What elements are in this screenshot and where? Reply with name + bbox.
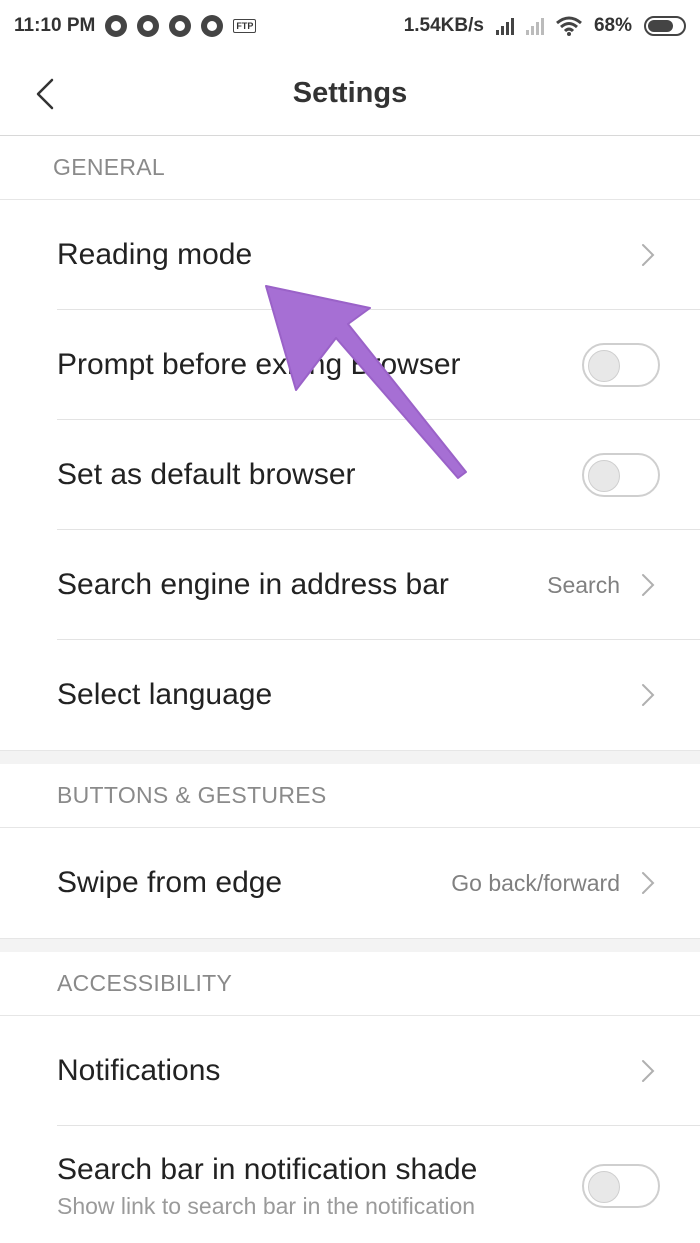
toggle-knob (588, 350, 620, 382)
setting-search-bar-shade[interactable]: Search bar in notification shade Show li… (0, 1126, 700, 1243)
signal-off-icon (525, 17, 544, 35)
chevron-left-icon[interactable] (30, 76, 66, 112)
section-header-accessibility: ACCESSIBILITY (0, 952, 700, 1016)
aperture-icon (201, 15, 224, 37)
setting-prompt-exit[interactable]: Prompt before exiting Browser (0, 310, 700, 420)
chevron-right-icon (642, 244, 655, 266)
chevron-right-icon (642, 574, 655, 596)
setting-notifications[interactable]: Notifications (0, 1016, 700, 1126)
status-left: 11:10 PM FTP (14, 15, 257, 37)
status-right: 1.54KB/s 68% (404, 15, 686, 37)
default-browser-toggle[interactable] (582, 453, 660, 497)
battery-icon (644, 16, 686, 36)
setting-default-browser[interactable]: Set as default browser (0, 420, 700, 530)
setting-search-engine[interactable]: Search engine in address bar Search (0, 530, 700, 640)
setting-value: Go back/forward (451, 869, 620, 896)
setting-label: Prompt before exiting Browser (57, 348, 461, 381)
setting-label: Notifications (57, 1054, 221, 1087)
section-header-buttons-gestures: BUTTONS & GESTURES (0, 764, 700, 828)
setting-label: Reading mode (57, 238, 253, 271)
wifi-icon (556, 16, 582, 36)
setting-reading-mode[interactable]: Reading mode (0, 200, 700, 310)
prompt-exit-toggle[interactable] (582, 343, 660, 387)
clock: 11:10 PM (14, 15, 96, 36)
search-bar-shade-toggle[interactable] (582, 1164, 660, 1208)
chevron-right-icon (642, 872, 655, 894)
ftp-icon: FTP (233, 19, 257, 33)
app-bar: Settings (0, 52, 700, 136)
setting-swipe-edge[interactable]: Swipe from edge Go back/forward (0, 828, 700, 938)
aperture-icon (105, 15, 128, 37)
setting-language[interactable]: Select language (0, 640, 700, 750)
section-divider (0, 750, 700, 764)
chevron-right-icon (642, 684, 655, 706)
toggle-knob (588, 1171, 620, 1203)
toggle-knob (588, 460, 620, 492)
setting-label: Set as default browser (57, 458, 356, 491)
section-header-general: GENERAL (0, 136, 700, 200)
setting-label: Search bar in notification shade (57, 1152, 478, 1186)
setting-label: Search engine in address bar (57, 568, 449, 601)
setting-value: Search (547, 571, 620, 598)
chevron-right-icon (642, 1060, 655, 1082)
settings-list: GENERAL Reading mode Prompt before exiti… (0, 136, 700, 1243)
page-title: Settings (292, 77, 408, 109)
setting-sublabel: Show link to search bar in the notificat… (57, 1192, 476, 1219)
setting-label: Swipe from edge (57, 866, 283, 899)
aperture-icon (137, 15, 160, 37)
network-speed: 1.54KB/s (403, 15, 484, 36)
status-bar: 11:10 PM FTP 1.54KB/s 68% (0, 0, 700, 52)
signal-icon (495, 17, 514, 35)
aperture-icon (169, 15, 192, 37)
battery-percent: 68% (593, 15, 632, 36)
setting-label: Select language (57, 678, 273, 711)
section-divider (0, 938, 700, 952)
setting-text: Search bar in notification shade Show li… (57, 1153, 582, 1220)
